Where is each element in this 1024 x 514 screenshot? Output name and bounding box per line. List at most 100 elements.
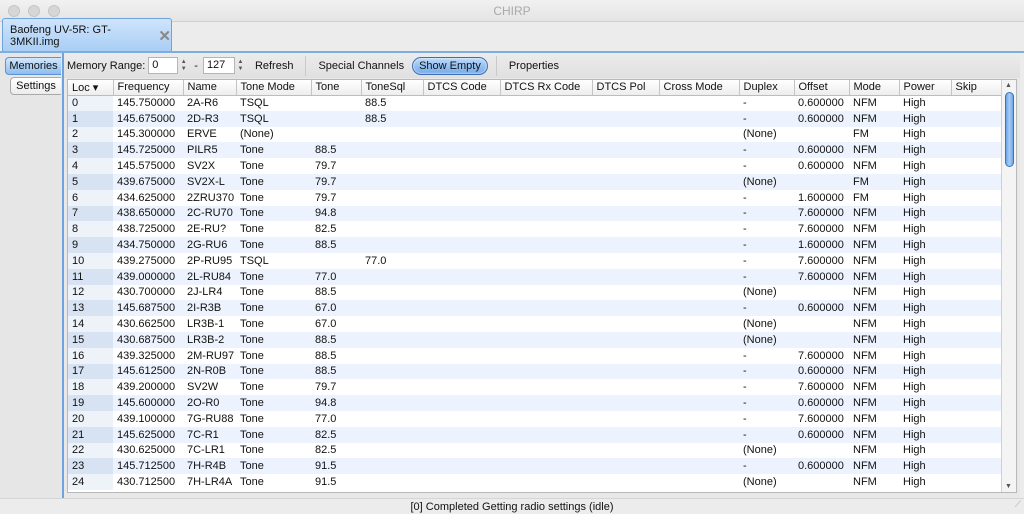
table-cell[interactable]: High [899,268,951,285]
table-cell[interactable]: NFM [849,237,899,253]
table-cell[interactable]: 88.5 [361,95,423,111]
table-cell[interactable] [423,158,500,174]
table-cell[interactable]: Tone [236,331,311,348]
table-cell[interactable]: 7.600000 [794,205,849,222]
table-cell[interactable] [500,363,592,380]
table-cell[interactable]: 8 [68,221,113,238]
table-cell[interactable] [659,395,739,411]
table-cell[interactable] [423,221,500,237]
table-cell[interactable]: 67.0 [311,316,361,332]
table-cell[interactable]: NFM [849,158,899,174]
table-cell[interactable] [592,95,659,111]
table-cell[interactable]: NFM [849,348,899,364]
table-cell[interactable] [361,190,423,206]
table-cell[interactable] [951,458,1002,475]
table-cell[interactable]: High [899,285,951,301]
table-cell[interactable] [592,110,659,127]
table-cell[interactable]: 439.000000 [113,268,183,285]
table-cell[interactable]: High [899,458,951,475]
table-row[interactable]: 6 434.625000 2ZRU370 Tone 79.7 -1.600000 FM Hig… [68,189,1002,206]
table-cell[interactable] [500,268,592,285]
table-cell[interactable]: 2L-RU84 [183,268,236,285]
table-cell[interactable] [361,458,423,475]
table-cell[interactable]: 91.5 [311,474,361,490]
table-cell[interactable]: High [899,205,951,222]
table-cell[interactable] [659,173,739,190]
table-cell[interactable]: Tone [236,411,311,427]
table-cell[interactable]: (None) [739,285,794,301]
table-cell[interactable] [500,331,592,348]
range-end-input[interactable]: 127 [202,57,235,74]
table-cell[interactable]: - [739,379,794,395]
table-cell[interactable]: SV2X-L [183,173,236,190]
table-cell[interactable]: LR3B-1 [183,316,236,332]
table-cell[interactable]: NFM [849,363,899,380]
table-cell[interactable] [311,110,361,127]
table-cell[interactable] [361,285,423,301]
table-cell[interactable] [500,253,592,269]
table-cell[interactable]: - [739,253,794,269]
table-cell[interactable] [951,285,1002,301]
table-cell[interactable]: 145.712500 [113,458,183,475]
table-cell[interactable] [500,395,592,411]
table-cell[interactable]: 438.650000 [113,205,183,222]
table-cell[interactable]: NFM [849,411,899,427]
table-cell[interactable] [659,110,739,127]
column-header[interactable]: Skip [951,80,1003,96]
table-cell[interactable]: 88.5 [311,237,361,253]
table-cell[interactable]: High [899,474,951,490]
table-cell[interactable]: 82.5 [311,426,361,443]
table-cell[interactable]: 145.725000 [113,142,183,159]
table-cell[interactable] [423,331,500,348]
table-cell[interactable] [423,363,500,380]
table-cell[interactable]: 0 [68,95,113,111]
table-cell[interactable]: High [899,379,951,395]
table-cell[interactable]: NFM [849,285,899,301]
table-cell[interactable]: 12 [68,284,113,301]
table-cell[interactable] [423,411,500,427]
table-cell[interactable]: FM [849,127,899,143]
table-cell[interactable] [659,379,739,395]
table-cell[interactable]: 145.750000 [113,95,183,111]
table-cell[interactable] [361,474,423,490]
column-header[interactable]: DTCS Pol [592,80,660,96]
table-cell[interactable] [659,205,739,222]
table-cell[interactable]: 2M-RU97 [183,348,236,364]
table-cell[interactable] [592,379,659,395]
table-cell[interactable] [592,173,659,190]
table-cell[interactable] [361,205,423,222]
table-cell[interactable]: 439.675000 [113,173,183,190]
table-cell[interactable] [951,237,1002,253]
table-cell[interactable]: TSQL [236,110,311,127]
column-header[interactable]: Cross Mode [659,80,740,96]
table-cell[interactable] [592,285,659,301]
table-cell[interactable]: TSQL [236,253,311,269]
table-cell[interactable]: 434.750000 [113,237,183,253]
table-cell[interactable]: 24 [68,474,113,490]
table-cell[interactable] [361,173,423,190]
table-cell[interactable]: NFM [849,379,899,395]
table-cell[interactable]: 18 [68,379,113,396]
column-header[interactable]: Tone Mode [236,80,312,96]
table-cell[interactable] [592,458,659,475]
table-row[interactable]: 10 439.275000 2P-RU95 TSQL 77.0 -7.600000 NFM H… [68,252,1002,269]
table-cell[interactable]: 9 [68,237,113,253]
table-cell[interactable]: Tone [236,158,311,174]
table-cell[interactable] [659,268,739,285]
table-cell[interactable]: High [899,221,951,237]
table-cell[interactable]: 15 [68,331,113,348]
table-cell[interactable] [500,411,592,427]
table-cell[interactable]: 1 [68,110,113,127]
table-cell[interactable]: 0.600000 [794,300,849,317]
table-cell[interactable] [659,348,739,364]
table-cell[interactable] [659,426,739,443]
column-header[interactable]: Offset [794,80,850,96]
table-cell[interactable] [500,379,592,395]
table-cell[interactable]: High [899,443,951,459]
table-cell[interactable]: 1.600000 [794,237,849,253]
table-row[interactable]: 20 439.100000 7G-RU88 Tone 77.0 -7.600000 NFM H… [68,410,1002,427]
table-cell[interactable] [361,411,423,427]
table-cell[interactable]: 10 [68,252,113,269]
table-row[interactable]: 8 438.725000 2E-RU? Tone 82.5 -7.600000 NFM Hig… [68,221,1002,238]
table-cell[interactable]: 7H-LR4A [183,474,236,490]
